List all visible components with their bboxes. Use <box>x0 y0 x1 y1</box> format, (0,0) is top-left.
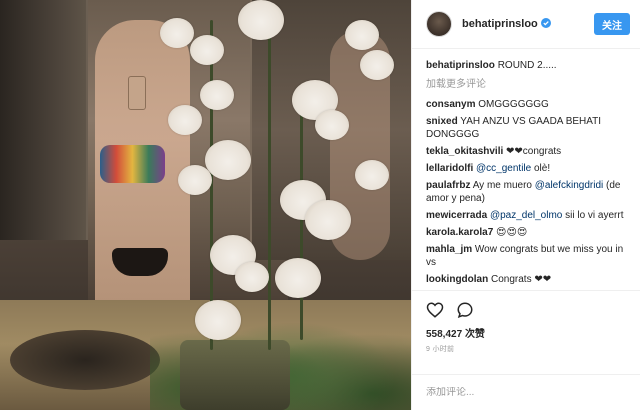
orchid-flower <box>168 105 202 135</box>
load-more-comments-link[interactable]: 加载更多评论 <box>426 78 626 91</box>
comment-text: Ay me muero <box>472 180 535 191</box>
mirror-panel-left <box>0 0 88 240</box>
comments-list: behatiprinsloo ROUND 2..... 加载更多评论 consa… <box>412 49 640 290</box>
comment-item: lellaridolfi @cc_gentile olè! <box>426 162 626 175</box>
orchid-flower <box>355 160 389 190</box>
comment-text: 😍😍😍 <box>496 227 528 238</box>
orchid-flower <box>238 0 284 40</box>
comment-username[interactable]: paulafrbz <box>426 180 470 191</box>
comment-mention-link[interactable]: @cc_gentile <box>476 163 531 174</box>
comment-mention-link[interactable]: @alefckingdridi <box>535 180 604 191</box>
add-comment-input[interactable] <box>426 387 626 398</box>
follow-button[interactable]: 关注 <box>594 13 630 35</box>
orchid-flower <box>195 300 241 340</box>
comment-username[interactable]: karola.karola7 <box>426 227 493 238</box>
comment-username[interactable]: lookingdolan <box>426 274 488 285</box>
comment-username[interactable]: lellaridolfi <box>426 163 473 174</box>
comment-item: mewicerrada @paz_del_olmo sii lo vi ayer… <box>426 209 626 222</box>
orchid-flower <box>275 258 321 298</box>
likes-count[interactable]: 558,427 次赞 <box>426 325 626 340</box>
caption-text: ROUND 2..... <box>497 60 557 71</box>
instagram-post: behatiprinsloo 关注 behatiprinsloo ROUND 2… <box>0 0 640 410</box>
post-header: behatiprinsloo 关注 <box>412 0 640 49</box>
orchid-stem <box>268 30 271 350</box>
orchid-flower <box>190 35 224 65</box>
patterned-bikini-top <box>100 145 165 183</box>
avatar[interactable] <box>426 11 452 37</box>
comment-username[interactable]: snixed <box>426 116 458 127</box>
action-icons <box>426 299 626 321</box>
comment-username[interactable]: mahla_jm <box>426 244 472 255</box>
comment-text: olè! <box>531 163 551 174</box>
caption-username[interactable]: behatiprinsloo <box>426 60 495 71</box>
post-sidebar: behatiprinsloo 关注 behatiprinsloo ROUND 2… <box>411 0 640 410</box>
plant-pot <box>180 340 290 410</box>
sink-basin <box>10 330 160 390</box>
verified-badge-icon <box>540 18 551 28</box>
post-photo[interactable] <box>0 0 411 410</box>
comment-container: consanym OMGGGGGGG snixed YAH ANZU VS GAA… <box>426 98 626 290</box>
comment-icon[interactable] <box>456 301 474 319</box>
comment-username[interactable]: mewicerrada <box>426 210 487 221</box>
orchid-flower <box>178 165 212 195</box>
comment-username[interactable]: consanym <box>426 99 475 110</box>
comment-text: ❤❤congrats <box>506 146 562 157</box>
orchid-flower <box>305 200 351 240</box>
add-comment-bar <box>412 374 640 410</box>
comment-item: karola.karola7 😍😍😍 <box>426 226 626 239</box>
post-caption: behatiprinsloo ROUND 2..... <box>426 59 626 72</box>
comment-username[interactable]: tekla_okitashvili <box>426 146 503 157</box>
comment-item: tekla_okitashvili ❤❤congrats <box>426 145 626 158</box>
orchid-flower <box>235 262 269 292</box>
comment-text: Congrats ❤❤ <box>491 274 552 285</box>
orchid-flower <box>200 80 234 110</box>
orchid-flower <box>160 18 194 48</box>
comment-text: sii lo vi ayerrt <box>562 210 624 221</box>
comment-mention-link[interactable]: @paz_del_olmo <box>490 210 562 221</box>
post-actions: 558,427 次赞 9 小时前 <box>412 290 640 374</box>
orchid-flower <box>315 110 349 140</box>
comment-item: snixed YAH ANZU VS GAADA BEHATI DONGGGG <box>426 115 626 141</box>
post-timestamp[interactable]: 9 小时前 <box>426 344 626 354</box>
phone-in-hand <box>128 76 146 110</box>
heart-icon[interactable] <box>426 301 444 319</box>
comment-item: lookingdolan Congrats ❤❤ <box>426 273 626 286</box>
comment-item: mahla_jm Wow congrats but we miss you in… <box>426 243 626 269</box>
comment-item: paulafrbz Ay me muero @alefckingdridi (d… <box>426 179 626 205</box>
orchid-flower <box>360 50 394 80</box>
orchid-flower <box>205 140 251 180</box>
header-username[interactable]: behatiprinsloo <box>462 18 551 30</box>
orchid-flower <box>345 20 379 50</box>
black-bikini-bottom <box>112 248 168 276</box>
comment-text: OMGGGGGGG <box>478 99 549 110</box>
comment-item: consanym OMGGGGGGG <box>426 98 626 111</box>
